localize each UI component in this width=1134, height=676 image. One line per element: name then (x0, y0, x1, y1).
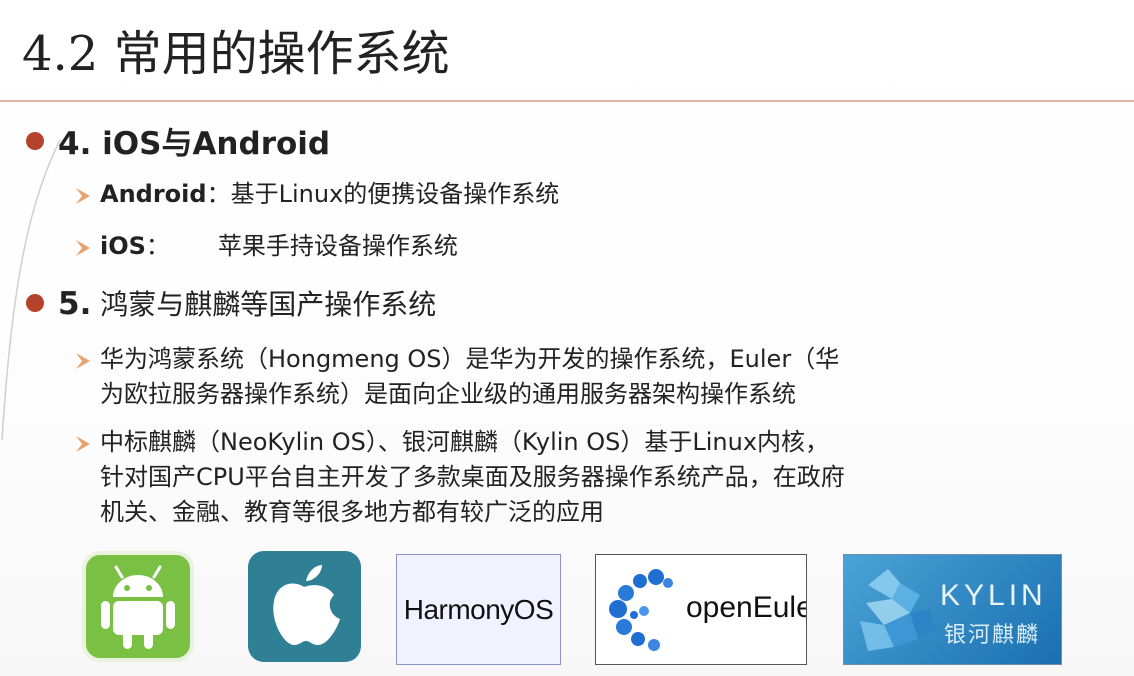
arrow-bullet-icon (76, 240, 90, 256)
ios-label: iOS (100, 232, 146, 260)
bullet-section-4-text: 4. iOS与Android (58, 126, 331, 162)
sub-item-ios: iOS： 苹果手持设备操作系统 (76, 232, 458, 264)
bullet-dot (26, 294, 44, 312)
kylin-line-1: 中标麒麟（NeoKylin OS）、银河麒麟（Kylin OS）基于Linux内… (100, 428, 830, 456)
kylin-line-3: 机关、金融、教育等很多地方都有较广泛的应用 (100, 498, 604, 526)
openeuler-logo-text: openEuler (686, 591, 806, 624)
sub-item-android: Android：基于Linux的便携设备操作系统 (76, 180, 559, 212)
bullet-section-5-text: 鸿蒙与麒麟等国产操作系统 (100, 288, 437, 321)
bullet-section-5-number: 5. (58, 286, 92, 322)
arrow-bullet-icon (76, 436, 90, 452)
sub-item-hongmeng: 华为鸿蒙系统（Hongmeng OS）是华为开发的操作系统，Euler（华 为欧… (76, 345, 839, 412)
hongmeng-line-1: 华为鸿蒙系统（Hongmeng OS）是华为开发的操作系统，Euler（华 (100, 345, 840, 373)
openeuler-logo: openEuler (595, 554, 807, 665)
android-description: ：基于Linux的便携设备操作系统 (206, 180, 560, 208)
ios-colon: ： (145, 232, 170, 260)
kylin-logo-text: KYLIN (940, 579, 1047, 612)
apple-icon (273, 565, 340, 645)
arrow-bullet-icon (76, 353, 90, 369)
kylin-logo: KYLIN 银河麒麟 (843, 554, 1062, 665)
sub-item-kylin: 中标麒麟（NeoKylin OS）、银河麒麟（Kylin OS）基于Linux内… (76, 428, 845, 530)
harmonyos-logo: HarmonyOS (396, 554, 561, 665)
slide: 4.2 常用的操作系统 4. iOS与Android Android：基于Lin… (0, 0, 1134, 676)
hongmeng-line-2: 为欧拉服务器操作系统）是面向企业级的通用服务器架构操作系统 (100, 380, 796, 408)
kylin-line-2: 针对国产CPU平台自主开发了多款桌面及服务器操作系统产品，在政府 (100, 463, 845, 491)
harmonyos-logo-text: HarmonyOS (403, 593, 554, 625)
bullet-dot (26, 131, 44, 150)
apple-logo (248, 551, 361, 662)
kylin-icon (860, 569, 936, 651)
slide-title: 4.2 常用的操作系统 (22, 26, 450, 82)
openeuler-icon (609, 569, 673, 651)
ios-description: 苹果手持设备操作系统 (217, 232, 458, 260)
android-logo (82, 551, 194, 662)
android-icon (101, 565, 175, 649)
android-label: Android (100, 180, 207, 208)
kylin-logo-chinese: 银河麒麟 (944, 623, 1041, 648)
bullet-section-4: 4. iOS与Android (26, 118, 330, 163)
title-divider (0, 100, 1134, 102)
arrow-bullet-icon (76, 188, 90, 204)
bullet-section-5: 5. 鸿蒙与麒麟等国产操作系统 (26, 283, 436, 323)
